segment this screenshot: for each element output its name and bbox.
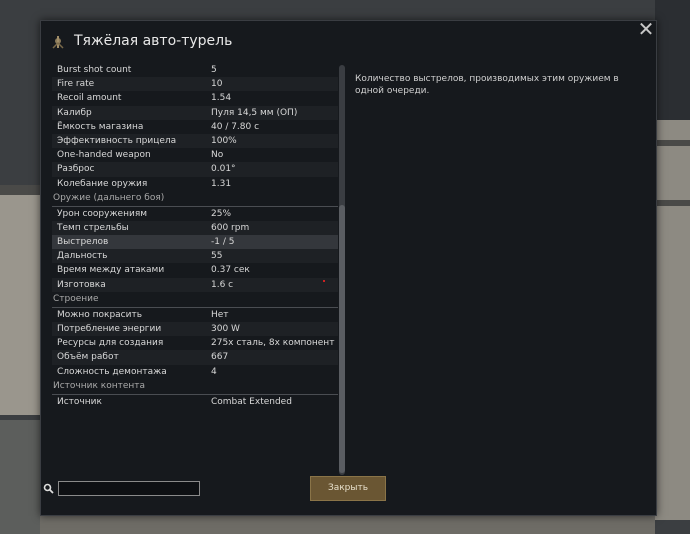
stat-value: 10 — [211, 79, 223, 90]
stat-label: Разброс — [57, 164, 95, 175]
stat-row[interactable]: Ёмкость магазина 40 / 7.80 с — [52, 120, 338, 134]
stat-value: Пуля 14,5 мм (ОП) — [211, 107, 298, 118]
stat-row[interactable]: Recoil amount 1.54 — [52, 91, 338, 105]
stats-scrollbar[interactable] — [339, 65, 345, 475]
stat-value: No — [211, 150, 224, 161]
stat-row[interactable]: Fire rate 10 — [52, 77, 338, 92]
category-header: Строение — [52, 292, 338, 308]
stat-row[interactable]: Разброс 0.01° — [52, 162, 338, 177]
stat-value: 300 W — [211, 324, 240, 334]
stat-value: 275x сталь, 8x компонент — [211, 338, 335, 349]
stat-value: 1.31 — [211, 178, 232, 189]
stat-row[interactable]: Калибр Пуля 14,5 мм (ОП) — [52, 105, 338, 120]
red-marker — [323, 280, 325, 282]
stat-row[interactable]: Изготовка 1.6 с — [52, 277, 338, 292]
stat-value: 0.37 сек — [211, 265, 250, 276]
stat-label: Урон сооружениям — [57, 208, 148, 219]
stat-row[interactable]: Эффективность прицела 100% — [52, 133, 338, 149]
category-label: Строение — [53, 293, 99, 304]
stat-row[interactable]: Ресурсы для создания 275x сталь, 8x компо… — [52, 336, 338, 350]
stat-label: Можно покрасить — [57, 309, 143, 320]
search-input[interactable] — [58, 481, 200, 496]
category-label: Оружие (дальнего боя) — [53, 192, 165, 203]
stat-row[interactable]: Burst shot count 5 — [52, 63, 338, 77]
stat-row[interactable]: Выстрелов -1 / 5 — [52, 235, 338, 250]
category-header: Оружие (дальнего боя) — [52, 191, 338, 207]
stat-label: Ресурсы для создания — [57, 338, 164, 349]
stat-label: Burst shot count — [57, 65, 132, 75]
stat-label: Источник — [57, 396, 102, 407]
stat-value: 100% — [211, 135, 237, 146]
search-icon — [43, 483, 54, 494]
stat-value: 55 — [211, 251, 223, 262]
stat-row[interactable]: One-handed weapon No — [52, 148, 338, 162]
stat-row[interactable]: Урон сооружениям 25% — [52, 207, 338, 221]
turret-icon — [52, 36, 64, 49]
stat-row[interactable]: Время между атаками 0.37 сек — [52, 263, 338, 277]
stat-row[interactable]: Дальность 55 — [52, 249, 338, 264]
category-header: Источник контента — [52, 379, 338, 395]
scrollbar-thumb[interactable] — [339, 205, 345, 473]
stat-row[interactable]: Объём работ 667 — [52, 350, 338, 365]
stat-row[interactable]: Колебание оружия 1.31 — [52, 177, 338, 191]
stat-label: Эффективность прицела — [57, 135, 177, 146]
stat-value: 667 — [211, 352, 229, 363]
stat-label: Выстрелов — [57, 237, 109, 248]
stat-label: Время между атаками — [57, 265, 165, 276]
stat-row[interactable]: Потребление энергии 300 W — [52, 322, 338, 337]
stat-description: Количество выстрелов, производимых этим … — [355, 74, 619, 96]
stat-value: 25% — [211, 208, 232, 219]
stat-label: Дальность — [57, 251, 108, 262]
stat-value: 600 rpm — [211, 222, 250, 233]
stat-value: 0.01° — [211, 164, 236, 175]
stat-label: Потребление энергии — [57, 324, 162, 334]
stat-row[interactable]: Темп стрельбы 600 rpm — [52, 220, 338, 236]
stat-label: Колебание оружия — [57, 178, 148, 189]
stat-value: -1 / 5 — [211, 237, 235, 248]
stats-list: Burst shot count 5 Fire rate 10 Recoil amoun… — [52, 63, 338, 409]
stat-value: 1.6 с — [211, 279, 234, 290]
stat-value: 1.54 — [211, 93, 232, 104]
stat-label: Изготовка — [57, 279, 106, 290]
category-label: Источник контента — [53, 380, 146, 391]
close-button[interactable]: Закрыть — [310, 476, 386, 501]
stat-value: 40 / 7.80 с — [211, 121, 260, 132]
stat-label: Сложность демонтажа — [57, 366, 167, 377]
stat-value: Combat Extended — [211, 396, 292, 407]
stat-label: Темп стрельбы — [57, 222, 129, 233]
stat-row[interactable]: Сложность демонтажа 4 — [52, 365, 338, 379]
stat-label: Калибр — [57, 107, 92, 118]
dialog-title: Тяжёлая авто-турель — [74, 33, 233, 49]
stat-label: Ёмкость магазина — [57, 121, 144, 132]
stat-value: 5 — [211, 65, 217, 75]
stat-row[interactable]: Можно покрасить Нет — [52, 308, 338, 322]
stat-row[interactable]: Источник Combat Extended — [52, 395, 338, 409]
stat-label: Recoil amount — [57, 93, 122, 104]
stat-label: One-handed weapon — [57, 150, 151, 161]
stat-value: Нет — [211, 309, 229, 320]
stat-value: 4 — [211, 366, 217, 377]
stat-label: Fire rate — [57, 79, 95, 90]
close-icon[interactable]: ✕ — [637, 19, 655, 39]
stat-label: Объём работ — [57, 352, 119, 363]
